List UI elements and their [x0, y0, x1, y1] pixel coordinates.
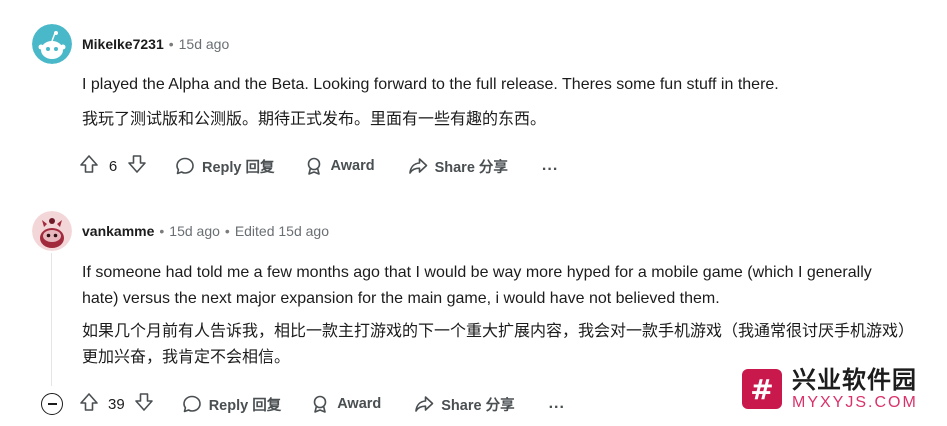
comment-meta: MikeIke7231 • 15d ago [82, 36, 229, 52]
comment-body-zh: 我玩了测试版和公测版。期待正式发布。里面有一些有趣的东西。 [82, 111, 547, 128]
user-avatar[interactable] [32, 24, 72, 64]
meta-separator: • [159, 223, 165, 239]
vote-count: 39 [108, 395, 125, 413]
downvote-icon[interactable] [126, 153, 148, 179]
watermark-text: 兴业软件园 MYXYJS.COM [792, 366, 918, 412]
username[interactable]: MikeIke7231 [82, 36, 164, 52]
vote-group: 39 [78, 391, 155, 417]
more-options-button[interactable]: ... [542, 150, 558, 182]
comment-bubble-icon [181, 393, 203, 415]
watermark-url: MYXYJS.COM [792, 394, 918, 411]
share-arrow-icon [407, 155, 429, 177]
upvote-icon[interactable] [78, 391, 100, 417]
reddit-snoo-avatar-icon [32, 24, 72, 64]
share-button[interactable]: Share 分享 [407, 150, 508, 182]
reply-label: Reply 回复 [202, 159, 275, 176]
reddit-snoo-avatar-icon [32, 211, 72, 251]
reply-button[interactable]: Reply 回复 [181, 388, 282, 420]
meta-separator: • [224, 223, 230, 239]
comment-body-en: I played the Alpha and the Beta. Looking… [82, 76, 779, 93]
meta-separator: • [168, 36, 174, 52]
watermark: # 兴业软件园 MYXYJS.COM [730, 352, 947, 426]
watermark-logo-icon: # [742, 369, 782, 409]
comment-body-en: If someone had told me a few months ago … [82, 264, 872, 307]
share-label: Share 分享 [434, 159, 508, 176]
upvote-icon[interactable] [78, 153, 100, 179]
watermark-title: 兴业软件园 [792, 366, 917, 394]
more-options-button[interactable]: ... [549, 388, 565, 420]
thread-line [51, 253, 52, 386]
share-arrow-icon [413, 393, 435, 415]
award-label: Award [337, 396, 382, 412]
award-button[interactable]: Award [309, 388, 381, 420]
comment-actions: 39 Reply 回复 Award Share 分享 ... [78, 388, 565, 420]
downvote-icon[interactable] [133, 391, 155, 417]
username[interactable]: vankamme [82, 223, 154, 239]
award-icon [309, 393, 331, 415]
award-button[interactable]: Award [303, 150, 375, 182]
award-label: Award [330, 158, 375, 174]
share-label: Share 分享 [441, 397, 515, 414]
vote-group: 6 [78, 153, 148, 179]
edited-label: Edited 15d ago [234, 223, 330, 239]
timestamp[interactable]: 15d ago [169, 223, 220, 239]
more-dots-icon: ... [541, 157, 559, 174]
collapse-thread-button[interactable] [41, 393, 63, 415]
comment-1: MikeIke7231 • 15d ago I played the Alpha… [0, 0, 947, 200]
share-button[interactable]: Share 分享 [413, 388, 515, 420]
reply-button[interactable]: Reply 回复 [174, 150, 275, 182]
comment-actions: 6 Reply 回复 Award Share 分享 ... [78, 150, 558, 182]
user-avatar[interactable] [32, 211, 72, 251]
comment-meta: vankamme • 15d ago • Edited 15d ago [82, 223, 329, 239]
more-dots-icon: ... [548, 395, 565, 412]
reply-label: Reply 回复 [208, 397, 282, 414]
comment-bubble-icon [174, 155, 196, 177]
timestamp[interactable]: 15d ago [179, 36, 230, 52]
minus-icon [47, 403, 57, 405]
award-icon [303, 155, 325, 177]
vote-count: 6 [108, 157, 118, 175]
